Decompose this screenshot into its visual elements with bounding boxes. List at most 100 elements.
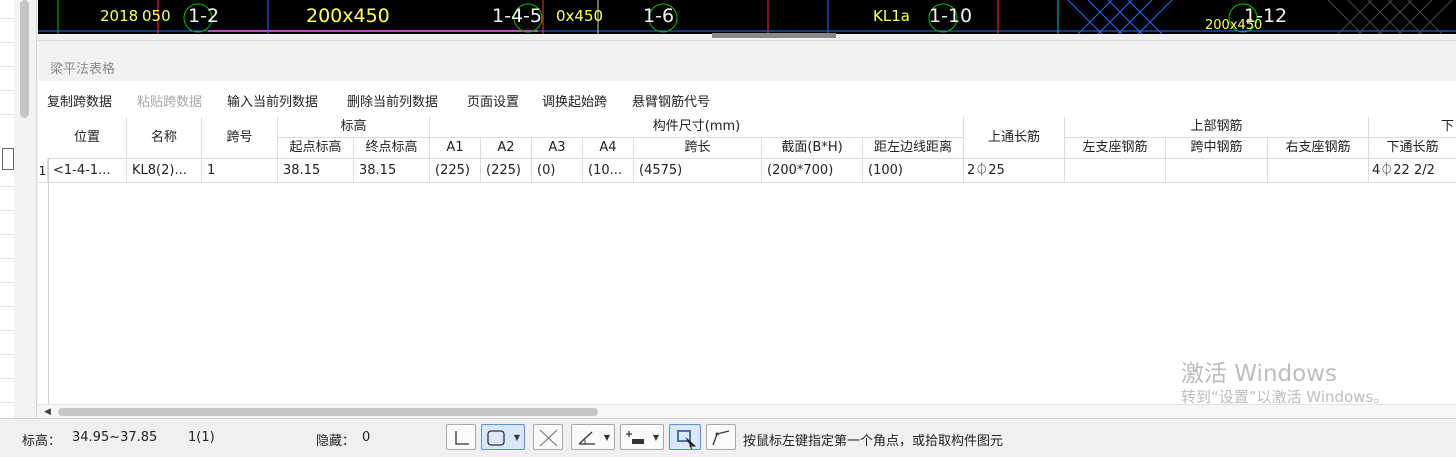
chevron-down-icon[interactable]: ▼ — [653, 433, 659, 442]
list-divider — [0, 42, 14, 43]
col-header-a4[interactable]: A4 — [583, 138, 634, 159]
table-cell-top-through[interactable]: 2⏀25 — [964, 159, 1065, 183]
list-divider — [0, 282, 14, 283]
offset-icon — [626, 431, 644, 444]
cad-axis-label: 1-10 — [929, 5, 973, 27]
table-cell-right-support[interactable] — [1268, 159, 1369, 183]
col-header-end-elev[interactable]: 终点标高 — [354, 138, 430, 159]
table-cell-a2[interactable]: (225) — [481, 159, 532, 183]
scroll-left-arrow-icon[interactable]: ◀ — [44, 407, 51, 417]
col-header-elevation[interactable]: 标高 — [278, 117, 430, 138]
table-cell-a1[interactable]: (225) — [430, 159, 481, 183]
row-number[interactable]: 1 — [38, 159, 48, 183]
rectangle-select-button[interactable]: ▼ — [481, 424, 525, 450]
list-divider — [0, 18, 14, 19]
table-cell-span[interactable]: 1 — [202, 159, 278, 183]
offset-tool-button[interactable]: ▼ — [620, 424, 664, 450]
table-cell-name[interactable]: KL8(2)... — [127, 159, 202, 183]
rectangle-select-icon — [487, 430, 505, 446]
table-cell-left-support[interactable] — [1065, 159, 1166, 183]
point-select-button[interactable] — [446, 424, 476, 450]
list-divider — [0, 258, 14, 259]
status-hint: 按鼠标左键指定第一个角点，或拾取构件图元 — [743, 434, 1004, 449]
col-header-name[interactable]: 名称 — [127, 117, 202, 159]
list-divider — [0, 66, 14, 67]
cross-select-icon — [539, 429, 558, 447]
col-header-bottom-rebar[interactable]: 下 — [1369, 117, 1456, 138]
copy-span-data-button[interactable]: 复制跨数据 — [47, 91, 112, 110]
list-divider — [0, 306, 14, 307]
col-header-start-elev[interactable]: 起点标高 — [278, 138, 354, 159]
panel-title: 梁平法表格 — [50, 62, 116, 77]
cad-drawing-area[interactable]: 2018 050 1-2 200x450 1-4-5 0x450 1-6 KL1… — [38, 0, 1456, 34]
col-header-mid-span[interactable]: 跨中钢筋 — [1166, 138, 1268, 159]
col-header-section[interactable]: 截面(B*H) — [762, 138, 863, 159]
vertical-scrollbar-thumb[interactable] — [20, 0, 29, 118]
table-cell-bottom-through[interactable]: 4⏀22 2/2 — [1369, 159, 1456, 183]
screen-select-button[interactable] — [669, 424, 701, 450]
col-header-dist-left[interactable]: 距左边线距离 — [863, 138, 964, 159]
list-divider — [0, 378, 14, 379]
chevron-down-icon[interactable]: ▼ — [604, 433, 610, 442]
cad-text: 0x450 — [556, 7, 604, 25]
list-divider — [0, 114, 14, 115]
paste-span-data-button[interactable]: 粘贴跨数据 — [137, 91, 202, 110]
cad-axis-label: 1-4-5 — [492, 5, 542, 27]
list-divider — [0, 330, 14, 331]
splitter-handle[interactable] — [712, 33, 836, 38]
page-setup-button[interactable]: 页面设置 — [467, 91, 519, 110]
col-header-a3[interactable]: A3 — [532, 138, 583, 159]
left-list-strip — [0, 0, 15, 418]
cad-axis-label: 1-2 — [188, 5, 220, 27]
cad-text: 050 — [142, 7, 171, 25]
table-cell-dist-left[interactable]: (100) — [863, 159, 964, 183]
list-divider — [0, 234, 14, 235]
list-divider — [0, 354, 14, 355]
table-cell-location[interactable]: <1-4-1... — [48, 159, 127, 183]
cross-select-button[interactable] — [533, 424, 563, 450]
table-cell-a4[interactable]: (10... — [583, 159, 634, 183]
col-header-size[interactable]: 构件尺寸(mm) — [430, 117, 964, 138]
table-cell-end-elev[interactable]: 38.15 — [354, 159, 430, 183]
col-header-span[interactable]: 跨号 — [202, 117, 278, 159]
col-header-a1[interactable]: A1 — [430, 138, 481, 159]
col-header-a2[interactable]: A2 — [481, 138, 532, 159]
table-cell-start-elev[interactable]: 38.15 — [278, 159, 354, 183]
col-header-bottom-through[interactable]: 下通长筋 — [1369, 138, 1456, 159]
panel-title-bar: 梁平法表格 — [38, 41, 1456, 81]
table-cell-section[interactable]: (200*700) — [762, 159, 863, 183]
list-divider — [0, 210, 14, 211]
polyline-select-button[interactable] — [706, 424, 736, 450]
cad-dimension-label: 200x450 — [306, 5, 390, 27]
table-cell-span-length[interactable]: (4575) — [634, 159, 762, 183]
elevation-label: 标高： — [22, 434, 62, 449]
angle-tool-button[interactable]: ▼ — [571, 424, 615, 450]
col-header-top-through[interactable]: 上通长筋 — [964, 117, 1065, 159]
cad-axis-label: 1-6 — [643, 5, 675, 27]
screen-select-icon — [677, 430, 697, 450]
swap-start-span-button[interactable]: 调换起始跨 — [542, 91, 607, 110]
horizontal-scrollbar-thumb[interactable] — [58, 408, 598, 416]
list-divider — [0, 186, 14, 187]
cad-text: 200x450 — [1205, 18, 1263, 33]
delete-column-data-button[interactable]: 删除当前列数据 — [347, 91, 438, 110]
floor-count: 1(1) — [188, 430, 215, 445]
table-cell-mid-span[interactable] — [1166, 159, 1268, 183]
cantilever-rebar-code-button[interactable]: 悬臂钢筋代号 — [632, 91, 710, 110]
col-header-left-support[interactable]: 左支座钢筋 — [1065, 138, 1166, 159]
vertical-scrollbar[interactable] — [14, 0, 37, 418]
col-header-right-support[interactable]: 右支座钢筋 — [1268, 138, 1369, 159]
table-cell-a3[interactable]: (0) — [532, 159, 583, 183]
point-select-icon — [455, 431, 469, 445]
col-header-location[interactable]: 位置 — [48, 117, 127, 159]
input-column-data-button[interactable]: 输入当前列数据 — [227, 91, 318, 110]
chevron-down-icon[interactable]: ▼ — [514, 433, 520, 442]
col-header-top-rebar[interactable]: 上部钢筋 — [1065, 117, 1369, 138]
list-checkbox[interactable] — [2, 148, 14, 170]
hidden-count: 0 — [362, 430, 371, 445]
polyline-select-icon — [712, 430, 730, 446]
hidden-label: 隐藏： — [316, 434, 356, 449]
col-header-span-length[interactable]: 跨长 — [634, 138, 762, 159]
angle-icon — [578, 431, 595, 445]
status-bar: 标高： 34.95~37.85 1(1) 隐藏： 0 ▼ ▼ ▼ 按鼠标左键指定… — [0, 418, 1456, 457]
